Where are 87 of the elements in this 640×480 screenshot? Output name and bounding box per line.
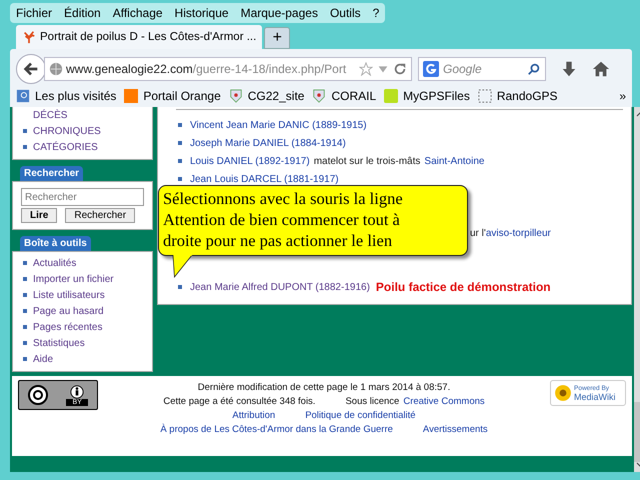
bullet-icon (178, 285, 182, 289)
bullet-icon (23, 129, 27, 133)
tool-link[interactable]: Statistiques (33, 338, 85, 348)
bookmark[interactable]: CG22_site (228, 89, 304, 103)
last-modified-text: Dernière modification de cette page le 1 mars 2014 à 08:57. (198, 382, 450, 393)
bullet-icon (178, 159, 182, 163)
view-count-text: Cette page a été consultée 348 fois. (163, 396, 316, 407)
bullet-icon (23, 341, 27, 345)
bookmark[interactable]: MyGPSFiles (384, 89, 470, 103)
menu-item[interactable]: Marque-pages (240, 6, 318, 20)
bullet-icon (178, 177, 182, 181)
search-input[interactable]: Rechercher (21, 188, 144, 206)
bullet-icon (23, 325, 27, 329)
reload-icon[interactable] (393, 62, 407, 76)
menu-item[interactable]: Outils (330, 6, 361, 20)
portlet-heading: Rechercher (20, 166, 84, 181)
download-icon[interactable] (560, 60, 578, 78)
license-text: Sous licence (345, 396, 400, 407)
person-link[interactable]: Louis DANIEL (1892-1917) (190, 156, 310, 166)
tool-link[interactable]: Liste utilisateurs (33, 290, 105, 300)
nav-link[interactable]: CHRONIQUES (33, 126, 101, 136)
google-icon[interactable] (423, 61, 439, 77)
callout-text: Sélectionnons avec la souris la ligne (163, 188, 404, 209)
tool-link[interactable]: Aide (33, 354, 54, 364)
search-button[interactable]: Lire (21, 208, 58, 223)
ship-link[interactable]: aviso-torpilleur (486, 228, 551, 238)
note-text: ur l' (470, 228, 486, 238)
bullet-icon (23, 309, 27, 313)
more-bookmarks-button[interactable]: » (619, 89, 626, 103)
menu-item[interactable]: ? (372, 6, 380, 20)
footer-link[interactable]: À propos de Les Côtes-d'Armor dans la Grande Guerre (160, 424, 393, 435)
bullet-icon (23, 261, 27, 265)
new-tab-button[interactable]: + (264, 27, 290, 49)
person-link[interactable]: Jean Marie Alfred DUPONT (1882-1916) (190, 282, 370, 292)
nav-link[interactable]: CATÉGORIES (33, 142, 98, 152)
callout-text: droite pour ne pas actionner le lien (163, 230, 394, 251)
star-icon[interactable] (359, 62, 373, 76)
person-link[interactable]: Vincent Jean Marie DANIC (1889-1915) (190, 120, 367, 130)
bullet-icon (23, 357, 27, 361)
bookmark[interactable]: Portail Orange (124, 89, 221, 103)
back-button[interactable] (16, 54, 46, 84)
shield-icon (228, 89, 243, 103)
home-icon[interactable] (592, 60, 610, 78)
tool-link[interactable]: Importer un fichier (33, 274, 114, 284)
search-button[interactable]: Rechercher (65, 208, 136, 223)
portlet-heading: Boîte à outils (20, 236, 91, 251)
cc-icon (28, 385, 48, 405)
arrow-left-icon (22, 60, 40, 78)
tool-link[interactable]: Page au hasard (33, 306, 104, 316)
footer-link[interactable]: Politique de confidentialité (305, 410, 416, 421)
callout-text: Attention de bien commencer tout à (163, 209, 401, 230)
blank-page-icon (478, 89, 492, 103)
bookmark[interactable]: RandoGPS (478, 89, 558, 103)
coral-icon (22, 30, 36, 44)
footer-link[interactable]: Avertissements (422, 424, 488, 435)
bullet-icon (23, 145, 27, 149)
tool-link[interactable]: Actualités (33, 258, 76, 268)
bullet-icon (178, 123, 182, 127)
browser-tab[interactable]: Portrait de poilus D - Les Côtes-d'Armor ... (16, 25, 262, 49)
sunflower-icon (554, 384, 572, 402)
menu-item[interactable]: Affichage (112, 6, 163, 20)
menu-item[interactable]: Fichier (16, 6, 52, 20)
bullet-icon (23, 293, 27, 297)
history-icon (16, 89, 30, 103)
note-text: matelot sur le trois-mâts (314, 156, 420, 166)
square-logo-icon (124, 89, 138, 103)
person-link[interactable]: Joseph Marie DANIEL (1884-1914) (190, 138, 346, 148)
annotation-text: Poilu factice de démonstration (376, 280, 551, 294)
bullet-icon (23, 277, 27, 281)
square-logo-icon (384, 89, 398, 103)
menu-item[interactable]: Édition (64, 6, 101, 20)
license-link[interactable]: Creative Commons (403, 396, 485, 407)
globe-icon (49, 62, 63, 76)
bookmark[interactable]: CORAIL (312, 89, 376, 103)
menu-item[interactable]: Historique (174, 6, 229, 20)
tool-link[interactable]: Pages récentes (33, 322, 102, 332)
search-icon[interactable] (527, 62, 541, 76)
person-link[interactable]: Jean Louis DARCEL (1881-1917) (190, 174, 339, 184)
nav-link[interactable]: DÉCÈS (33, 110, 68, 120)
bullet-icon (178, 141, 182, 145)
address-bar[interactable]: www.genealogie22.com/guerre-14-18/index.php/Port (44, 57, 412, 81)
footer-link[interactable]: Attribution (232, 410, 276, 421)
ship-link[interactable]: Saint-Antoine (424, 156, 484, 166)
person-icon (70, 384, 84, 398)
search-field[interactable]: Google (418, 57, 546, 81)
bookmark[interactable]: Les plus visités (16, 89, 116, 103)
shield-icon (312, 89, 326, 103)
